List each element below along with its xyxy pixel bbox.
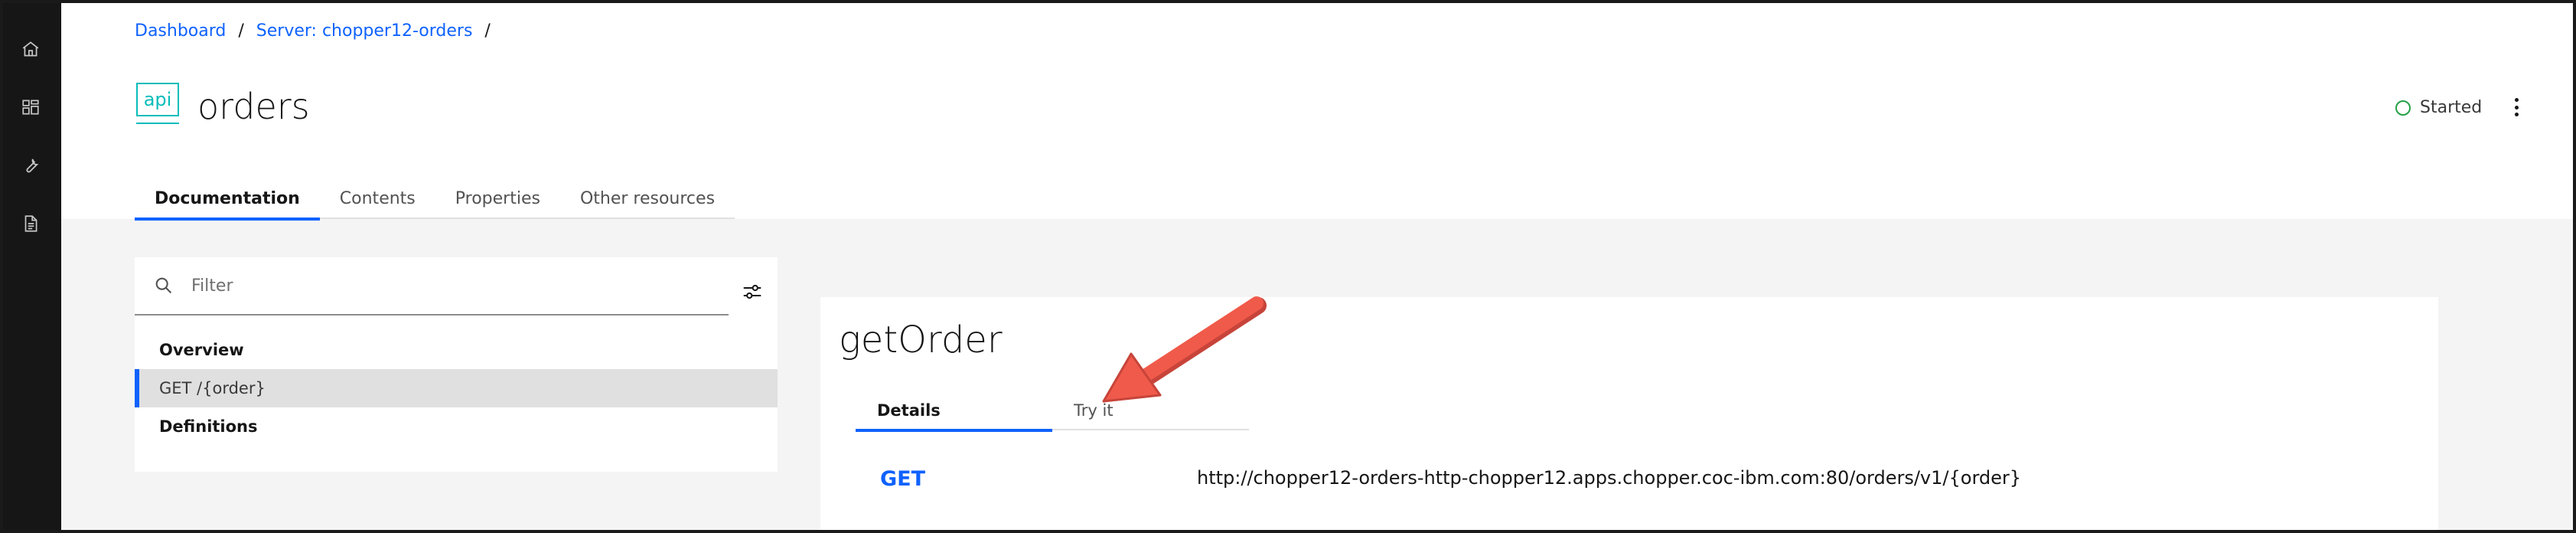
wrench-icon <box>26 159 39 173</box>
docs-nav-button[interactable] <box>15 208 46 239</box>
breadcrumb-server[interactable]: Server: chopper12-orders <box>256 21 473 41</box>
breadcrumb-separator: / <box>484 21 491 41</box>
left-nav-rail <box>0 0 61 533</box>
document-icon <box>24 215 37 232</box>
tab-details[interactable]: Details <box>856 395 1052 432</box>
page-header: Dashboard / Server: chopper12-orders / a… <box>61 3 2573 221</box>
filter-input[interactable] <box>191 276 651 296</box>
status-indicator: Started <box>2395 98 2482 117</box>
tab-properties[interactable]: Properties <box>435 184 560 219</box>
api-icon: api <box>136 83 179 129</box>
http-method-badge: GET <box>880 467 926 491</box>
sidebar-item-get-order[interactable]: GET /{order} <box>135 369 778 407</box>
api-sidebar: Overview GET /{order} Definitions <box>135 257 778 472</box>
api-icon-underline <box>136 123 179 124</box>
home-icon <box>22 41 39 57</box>
endpoint-url: http://chopper12-orders-http-chopper12.a… <box>1197 467 2022 489</box>
tab-contents[interactable]: Contents <box>320 184 435 219</box>
settings-adjust-icon[interactable] <box>741 280 764 303</box>
operation-title: getOrder <box>839 319 1003 361</box>
api-icon-label: api <box>136 83 179 116</box>
page-title: orders <box>197 86 310 127</box>
sidebar-item-definitions[interactable]: Definitions <box>135 407 778 446</box>
sidebar-item-overview[interactable]: Overview <box>135 331 778 369</box>
overflow-menu-icon[interactable] <box>2507 95 2525 119</box>
dashboard-icon <box>22 100 39 115</box>
filter-field <box>135 257 729 316</box>
main-tabs: Documentation Contents Properties Other … <box>135 184 735 221</box>
operation-panel: getOrder Details Try it GET http://chopp… <box>820 297 2438 533</box>
breadcrumb-separator: / <box>238 21 244 41</box>
annotation-arrow-icon <box>1102 296 1267 403</box>
home-nav-button[interactable] <box>15 34 46 64</box>
tools-nav-button[interactable] <box>15 150 46 181</box>
dashboard-nav-button[interactable] <box>15 92 46 123</box>
status-label: Started <box>2420 98 2483 117</box>
status-circle-icon <box>2395 100 2411 116</box>
tab-other-resources[interactable]: Other resources <box>560 184 735 219</box>
breadcrumb: Dashboard / Server: chopper12-orders / <box>135 21 503 41</box>
tab-documentation[interactable]: Documentation <box>135 184 320 221</box>
breadcrumb-dashboard[interactable]: Dashboard <box>135 21 226 41</box>
search-icon <box>155 277 172 294</box>
